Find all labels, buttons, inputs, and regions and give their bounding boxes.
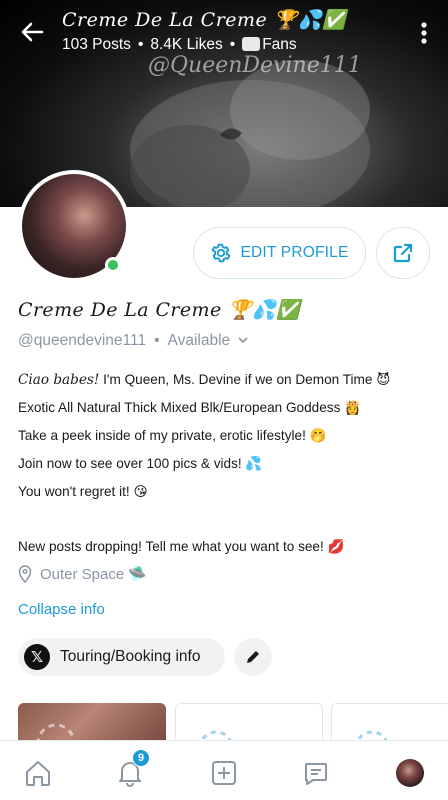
- bio-line-text: I'm Queen, Ms. Devine if we on Demon Tim…: [99, 372, 391, 387]
- location-text: Outer Space 🛸: [40, 566, 148, 583]
- more-options-icon[interactable]: [414, 20, 434, 46]
- profile-bio: Ciao babes! I'm Queen, Ms. Devine if we …: [18, 372, 430, 567]
- settings-gear-icon: [212, 243, 231, 263]
- watermark: @QueenDevine111: [148, 53, 362, 78]
- edit-profile-button[interactable]: EDIT PROFILE: [193, 227, 366, 279]
- bio-line: Exotic All Natural Thick Mixed Blk/Europ…: [18, 400, 362, 415]
- plus-square-icon: [212, 761, 236, 785]
- new-post-nav-button[interactable]: [206, 755, 242, 791]
- touring-booking-label: Touring/Booking info: [60, 648, 201, 665]
- notifications-nav-button[interactable]: 9: [112, 749, 150, 791]
- online-status-indicator: [105, 257, 121, 273]
- share-button[interactable]: [376, 227, 430, 279]
- home-nav-button[interactable]: [20, 755, 56, 791]
- fans-label: Fans: [262, 36, 297, 53]
- availability-label: Available: [167, 332, 231, 349]
- bio-spacer: [18, 512, 430, 539]
- edit-links-button[interactable]: [234, 638, 272, 676]
- messages-nav-button[interactable]: [298, 755, 334, 791]
- chevron-down-icon: [238, 337, 249, 344]
- notification-badge: 9: [132, 749, 150, 767]
- nav-avatar: [396, 759, 424, 787]
- home-icon: [26, 761, 50, 786]
- bio-line: Join now to see over 100 pics & vids! 💦: [18, 456, 263, 471]
- profile-nav-button[interactable]: [392, 755, 428, 791]
- bio-line: Ciao babes! I'm Queen, Ms. Devine if we …: [18, 372, 430, 400]
- posts-count: 103 Posts: [62, 36, 131, 53]
- handle-row: @queendevine111 • Available: [18, 332, 249, 350]
- bio-line: Take a peek inside of my private, erotic…: [18, 428, 327, 443]
- x-logo-icon: 𝕏: [24, 644, 50, 670]
- profile-handle: @queendevine111: [18, 332, 147, 349]
- header-stats: 103 Posts • 8.4K Likes • Fans: [62, 36, 297, 53]
- likes-count: 8.4K Likes: [150, 36, 223, 53]
- share-icon: [393, 243, 413, 263]
- back-arrow-icon[interactable]: [18, 18, 46, 46]
- availability-dropdown[interactable]: Available: [168, 332, 250, 349]
- touring-booking-button[interactable]: 𝕏 Touring/Booking info: [18, 638, 225, 676]
- header-title: Creme De La Creme 🏆💦✅: [62, 9, 347, 31]
- pencil-icon: [247, 651, 259, 663]
- edit-profile-label: EDIT PROFILE: [240, 244, 349, 261]
- bio-line: You won't regret it! 😘: [18, 484, 148, 499]
- location-row: Outer Space 🛸: [18, 565, 147, 583]
- location-pin-icon: [18, 565, 32, 583]
- profile-name: Creme De La Creme 🏆💦✅: [18, 299, 301, 321]
- message-icon: [305, 763, 327, 785]
- bottom-navigation: 9: [0, 740, 448, 800]
- bio-line: New posts dropping! Tell me what you wan…: [18, 539, 345, 554]
- bio-greeting: Ciao babes!: [18, 372, 100, 388]
- fans-count-hidden: [242, 37, 261, 51]
- collapse-info-link[interactable]: Collapse info: [18, 601, 105, 618]
